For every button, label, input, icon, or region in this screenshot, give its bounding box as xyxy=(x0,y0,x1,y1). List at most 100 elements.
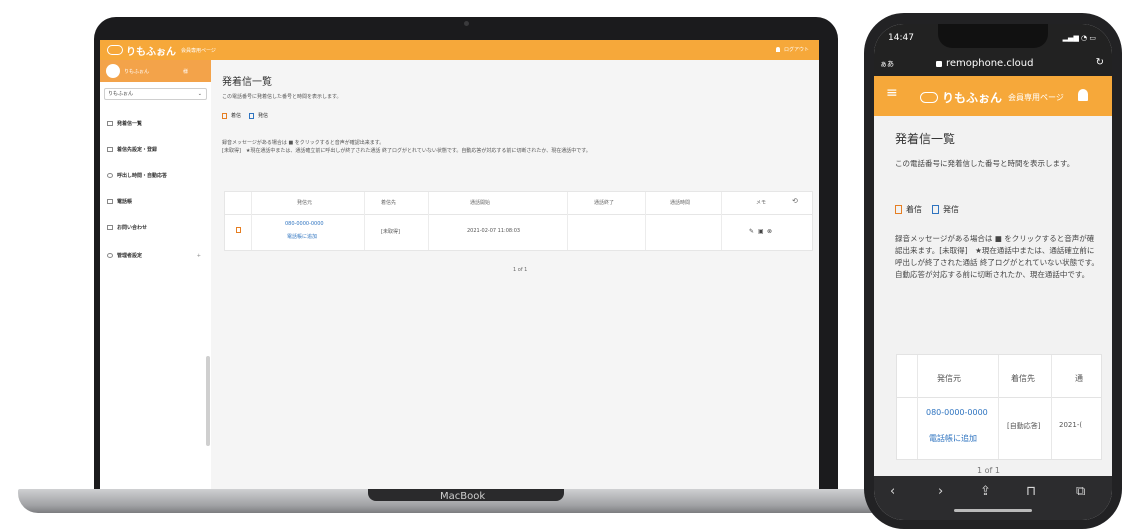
column-header-to: 着信先 xyxy=(381,200,397,206)
column-divider xyxy=(645,192,646,250)
page-title: 発着信一覧 xyxy=(895,132,956,146)
brand-logo[interactable]: りもふぉん 会員専用ページ xyxy=(920,89,1064,106)
phone-icon xyxy=(107,147,113,152)
status-bar: 14:47 ▂▄▆ ◔ ▭ xyxy=(874,24,1112,54)
outgoing-call-icon xyxy=(249,112,255,119)
column-divider xyxy=(917,355,918,459)
reload-icon[interactable]: ↻ xyxy=(1096,57,1104,68)
expand-icon[interactable]: + xyxy=(197,253,201,259)
share-icon[interactable]: ⇪ xyxy=(980,484,991,499)
chevron-down-icon: ⌄ xyxy=(197,91,202,97)
caller-number-link[interactable]: 080-0000-0000 xyxy=(285,221,324,227)
brand-logo[interactable]: りもふぉん 会員専用ページ xyxy=(107,42,216,58)
main-content: 発着信一覧 この電話番号に発着信した番号と時間を表示します。 着信 発信 録音メ… xyxy=(211,60,819,490)
column-header-from: 発信元 xyxy=(937,374,961,383)
incoming-call-icon xyxy=(236,227,241,233)
column-divider xyxy=(1051,355,1052,459)
logo-text: りもふぉん xyxy=(942,91,1003,105)
logo-text: りもふぉん xyxy=(126,46,176,58)
sidebar-item-label: 発着信一覧 xyxy=(117,121,143,127)
back-icon[interactable]: ‹ xyxy=(890,484,895,499)
cloud-icon xyxy=(920,92,938,103)
sidebar-item-label: 呼出し時間・自動応答 xyxy=(117,173,168,179)
list-icon xyxy=(107,121,113,126)
recording-note: 録音メッセージがある場合は ■ をクリックすると音声が確認出来ます。 xyxy=(222,140,385,146)
legend-outgoing: 発信 xyxy=(258,113,269,119)
phone-screen: 14:47 ▂▄▆ ◔ ▭ ぁあ remophone.cloud ↻ ≡ りもふ… xyxy=(874,24,1112,520)
account-select[interactable]: りもふぉん ⌄ xyxy=(104,88,207,100)
delete-icon[interactable]: ⊗ xyxy=(767,228,772,235)
status-time: 14:47 xyxy=(888,33,914,43)
incoming-call-icon xyxy=(222,112,227,119)
sidebar-item-phonebook[interactable]: 電話帳 xyxy=(107,198,203,205)
home-indicator xyxy=(954,509,1032,512)
call-log-table: 発信元 着信先 通 080-0000-0000 電話帳に追加 [自動応答] 20… xyxy=(896,354,1102,460)
sidebar-item-label: 電話帳 xyxy=(117,199,133,205)
column-header-end: 通話終了 xyxy=(594,200,615,206)
table-divider xyxy=(225,214,812,215)
notch xyxy=(938,24,1048,48)
column-divider xyxy=(364,192,365,250)
clock-icon xyxy=(107,173,113,178)
column-header-start: 通 xyxy=(1075,374,1083,383)
start-time-value: 2021-( xyxy=(1059,421,1083,429)
column-divider xyxy=(721,192,722,250)
add-to-phonebook-link[interactable]: 電話帳に追加 xyxy=(929,433,977,444)
webcam xyxy=(464,21,469,26)
cloud-icon xyxy=(107,45,123,55)
sidebar-scrollbar[interactable] xyxy=(206,356,210,446)
bookmarks-icon[interactable]: ⊓ xyxy=(1026,484,1036,499)
reader-toggle[interactable]: ぁあ xyxy=(880,59,894,69)
callee-value: [未取得] xyxy=(381,229,400,235)
sidebar: りもふぉん 様 りもふぉん ⌄ 発着信一覧 着信先設定・登録 呼出し時間・自動応… xyxy=(100,60,212,490)
page-description: この電話番号に発着信した番号と時間を表示します。 xyxy=(895,159,1075,168)
caller-number-link[interactable]: 080-0000-0000 xyxy=(926,408,988,417)
column-divider xyxy=(428,192,429,250)
logout-label: ログアウト xyxy=(783,47,809,53)
account-badge: 様 xyxy=(183,69,189,75)
tabs-icon[interactable]: ⧉ xyxy=(1076,484,1085,499)
edit-icon[interactable]: ✎ xyxy=(749,228,754,235)
sidebar-item-forwarding[interactable]: 着信先設定・登録 xyxy=(107,146,203,153)
callee-value: [自動応答] xyxy=(1007,422,1041,430)
forward-icon[interactable]: › xyxy=(938,484,943,499)
phone-content: 発着信一覧 この電話番号に発着信した番号と時間を表示します。 着信 発信 録音メ… xyxy=(874,116,1112,476)
refresh-icon[interactable]: ⟲ xyxy=(792,197,798,205)
bell-icon[interactable] xyxy=(775,47,780,52)
url-host: remophone.cloud xyxy=(946,58,1034,69)
sidebar-item-label: お問い合わせ xyxy=(117,225,148,231)
sidebar-item-contact[interactable]: お問い合わせ xyxy=(107,224,203,231)
incoming-call-icon xyxy=(895,205,902,214)
logo-subtitle: 会員専用ページ xyxy=(181,47,216,54)
mail-icon xyxy=(107,225,113,230)
outgoing-call-icon xyxy=(932,205,939,214)
column-header-duration: 通話時間 xyxy=(670,200,691,206)
sidebar-item-admin[interactable]: 管理者設定 + xyxy=(107,252,203,259)
add-to-phonebook-link[interactable]: 電話帳に追加 xyxy=(287,233,317,240)
bell-icon[interactable] xyxy=(1078,89,1088,101)
account-select-value: りもふぉん xyxy=(108,91,134,97)
macbook-label: MacBook xyxy=(440,491,486,502)
sidebar-item-call-log[interactable]: 発着信一覧 xyxy=(107,120,203,127)
address-bar[interactable]: ぁあ remophone.cloud ↻ xyxy=(874,54,1112,76)
save-icon[interactable]: ▣ xyxy=(758,228,764,235)
page-title: 発着信一覧 xyxy=(222,77,272,88)
avatar xyxy=(106,64,120,78)
hamburger-menu-icon[interactable]: ≡ xyxy=(886,85,898,101)
sidebar-item-ring-time[interactable]: 呼出し時間・自動応答 xyxy=(107,172,203,179)
call-log-table: 発信元 着信先 通話開始 通話終了 通話時間 メモ ⟲ 080-0000-000… xyxy=(224,191,813,251)
account-header: りもふぉん 様 xyxy=(100,60,211,82)
recording-note: 録音メッセージがある場合は ■ をクリックすると音声が確認出来ます。[未取得] … xyxy=(895,234,1099,279)
column-divider xyxy=(998,355,999,459)
pagination: 1 of 1 xyxy=(513,267,528,273)
table-divider xyxy=(897,397,1101,398)
column-divider xyxy=(251,192,252,250)
pagination: 1 of 1 xyxy=(977,466,1000,475)
laptop-screen: りもふぉん 会員専用ページ ログアウト りもふぉん 様 りもふぉん ⌄ 発着信一… xyxy=(100,40,819,490)
legend: 着信 発信 xyxy=(895,204,959,215)
logo-subtitle: 会員専用ページ xyxy=(1008,93,1064,102)
logout-link[interactable]: ログアウト xyxy=(775,46,809,53)
legend-incoming: 着信 xyxy=(906,205,922,214)
status-note: [未取得] ★現在通話中または、通話確立前に呼出しが終了された通話 終了ログがと… xyxy=(222,148,591,154)
legend-outgoing: 発信 xyxy=(943,205,959,214)
